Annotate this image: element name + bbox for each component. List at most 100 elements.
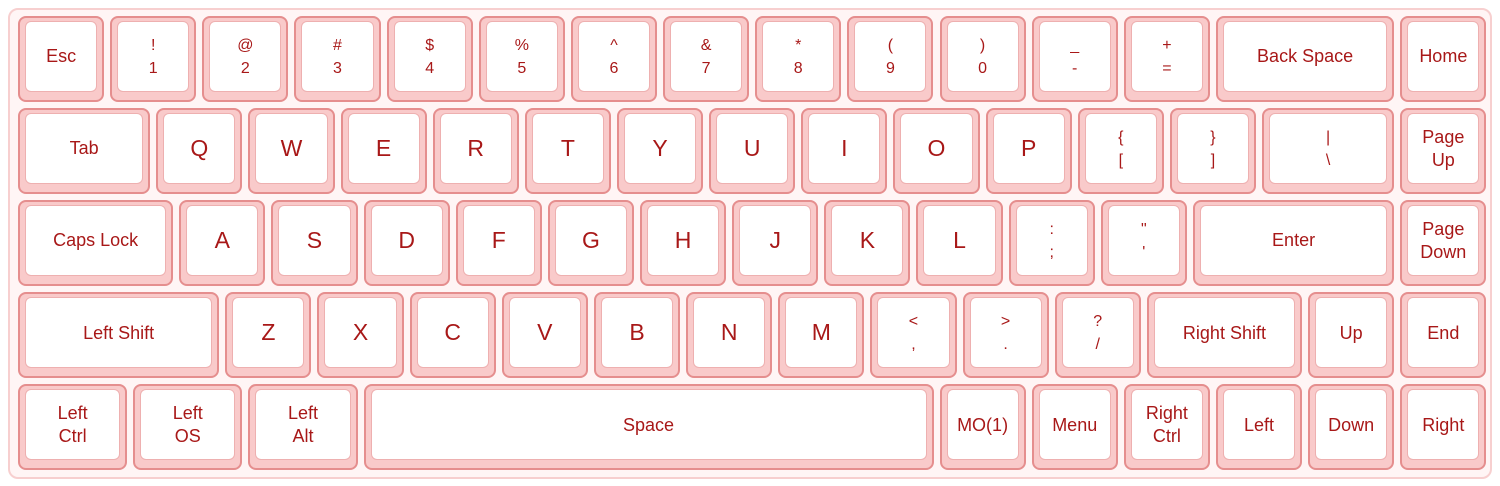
- key-l[interactable]: L: [916, 200, 1003, 287]
- key-lbracket[interactable]: {[: [1077, 108, 1164, 195]
- key-label: Page: [1422, 126, 1465, 147]
- key-rightctrl[interactable]: Right Ctrl: [1123, 384, 1210, 471]
- key-t[interactable]: T: [524, 108, 611, 195]
- key-capslock[interactable]: Caps Lock: [18, 200, 174, 287]
- key-label: [: [1118, 151, 1124, 169]
- key-leftshift[interactable]: Left Shift: [18, 292, 220, 379]
- key-p[interactable]: P: [985, 108, 1072, 195]
- key-cap: H: [647, 205, 720, 277]
- key-5[interactable]: % 5: [478, 16, 565, 102]
- key-label: D: [398, 227, 415, 254]
- key-0[interactable]: ) 0: [939, 16, 1026, 102]
- key-quote[interactable]: " ': [1100, 200, 1187, 287]
- key-e[interactable]: E: [340, 108, 427, 195]
- key-up[interactable]: Up: [1308, 292, 1395, 379]
- key-end[interactable]: End: [1400, 292, 1487, 379]
- key-o[interactable]: O: [893, 108, 980, 195]
- key-cap: Tab: [25, 113, 144, 185]
- key-c[interactable]: C: [409, 292, 496, 379]
- key-a[interactable]: A: [179, 200, 266, 287]
- key-v[interactable]: V: [501, 292, 588, 379]
- key-pageup[interactable]: Page Up: [1400, 108, 1487, 195]
- key-z[interactable]: Z: [225, 292, 312, 379]
- key-3[interactable]: #3: [294, 16, 381, 102]
- key-u[interactable]: U: [709, 108, 796, 195]
- key-x[interactable]: X: [317, 292, 404, 379]
- key-space[interactable]: Space: [363, 384, 934, 471]
- key-label: +: [1162, 36, 1172, 54]
- key-4[interactable]: $4: [386, 16, 473, 102]
- key-label: 7: [701, 59, 711, 77]
- key-menu[interactable]: Menu: [1031, 384, 1118, 471]
- key-pagedown[interactable]: Page Down: [1400, 200, 1487, 287]
- keyboard: Esc! 1 @2 #3 $4% 5 ^ 6 & 7 * 8(9) 0 _ - + = Back Space Hom…: [8, 8, 1492, 479]
- key-backspace[interactable]: Back Space: [1215, 16, 1395, 102]
- key-cap: Space: [370, 389, 927, 461]
- key-i[interactable]: I: [801, 108, 888, 195]
- key-g[interactable]: G: [547, 200, 634, 287]
- key-cap: I: [808, 113, 881, 185]
- key-label: R: [467, 135, 485, 162]
- key-label: B: [629, 319, 645, 346]
- key-comma[interactable]: <,: [870, 292, 957, 379]
- key-7[interactable]: & 7: [663, 16, 750, 102]
- key-backslash[interactable]: | \: [1262, 108, 1395, 195]
- key-leftos[interactable]: Left OS: [133, 384, 243, 471]
- key-tab[interactable]: Tab: [18, 108, 151, 195]
- key-equals[interactable]: + =: [1123, 16, 1210, 102]
- key-label: Left: [1243, 414, 1275, 435]
- key-b[interactable]: B: [593, 292, 681, 379]
- key-cap: ! 1: [117, 21, 190, 92]
- key-h[interactable]: H: [640, 200, 727, 287]
- key-9[interactable]: (9: [847, 16, 934, 102]
- key-rbracket[interactable]: }]: [1169, 108, 1257, 195]
- key-cap: ^ 6: [577, 21, 651, 92]
- key-2[interactable]: @2: [202, 16, 289, 102]
- key-label: Down: [1328, 414, 1375, 435]
- key-label: T: [560, 135, 575, 162]
- key-j[interactable]: J: [732, 200, 819, 287]
- key-period[interactable]: >.: [962, 292, 1049, 379]
- key-d[interactable]: D: [363, 200, 450, 287]
- key-label: Up: [1431, 149, 1455, 170]
- key-f[interactable]: F: [455, 200, 542, 287]
- key-label: ^: [610, 36, 618, 54]
- key-mo1[interactable]: MO(1): [939, 384, 1026, 471]
- key-m[interactable]: M: [778, 292, 865, 379]
- key-w[interactable]: W: [248, 108, 335, 195]
- key-label: Tab: [69, 138, 99, 159]
- key-label: Menu: [1052, 414, 1098, 435]
- key-label: Back Space: [1257, 46, 1354, 67]
- key-r[interactable]: R: [432, 108, 519, 195]
- key-label: {: [1118, 128, 1124, 146]
- key-label: 5: [517, 59, 527, 77]
- key-1[interactable]: ! 1: [110, 16, 197, 102]
- key-label: I: [841, 135, 848, 162]
- key-esc[interactable]: Esc: [18, 16, 105, 102]
- key-leftctrl[interactable]: Left Ctrl: [18, 384, 128, 471]
- key-left[interactable]: Left: [1215, 384, 1303, 471]
- key-n[interactable]: N: [686, 292, 773, 379]
- key-label: Left: [57, 402, 88, 423]
- key-down[interactable]: Down: [1308, 384, 1395, 471]
- key-minus[interactable]: _ -: [1031, 16, 1118, 102]
- key-leftalt[interactable]: Left Alt: [248, 384, 358, 471]
- key-q[interactable]: Q: [156, 108, 243, 195]
- key-cap: | \: [1269, 113, 1388, 185]
- key-y[interactable]: Y: [616, 108, 704, 195]
- key-slash[interactable]: ? /: [1054, 292, 1141, 379]
- key-label: End: [1427, 322, 1460, 343]
- key-home[interactable]: Home: [1400, 16, 1487, 102]
- key-label: .: [1003, 335, 1008, 353]
- key-k[interactable]: K: [824, 200, 911, 287]
- key-semicolon[interactable]: :;: [1008, 200, 1095, 287]
- key-right[interactable]: Right: [1400, 384, 1487, 471]
- key-rightshift[interactable]: Right Shift: [1146, 292, 1303, 379]
- key-6[interactable]: ^ 6: [570, 16, 658, 102]
- key-label: H: [674, 227, 692, 254]
- key-enter[interactable]: Enter: [1192, 200, 1395, 287]
- key-label: 3: [333, 59, 342, 77]
- key-8[interactable]: * 8: [755, 16, 842, 102]
- key-label: Q: [190, 135, 209, 162]
- key-s[interactable]: S: [271, 200, 358, 287]
